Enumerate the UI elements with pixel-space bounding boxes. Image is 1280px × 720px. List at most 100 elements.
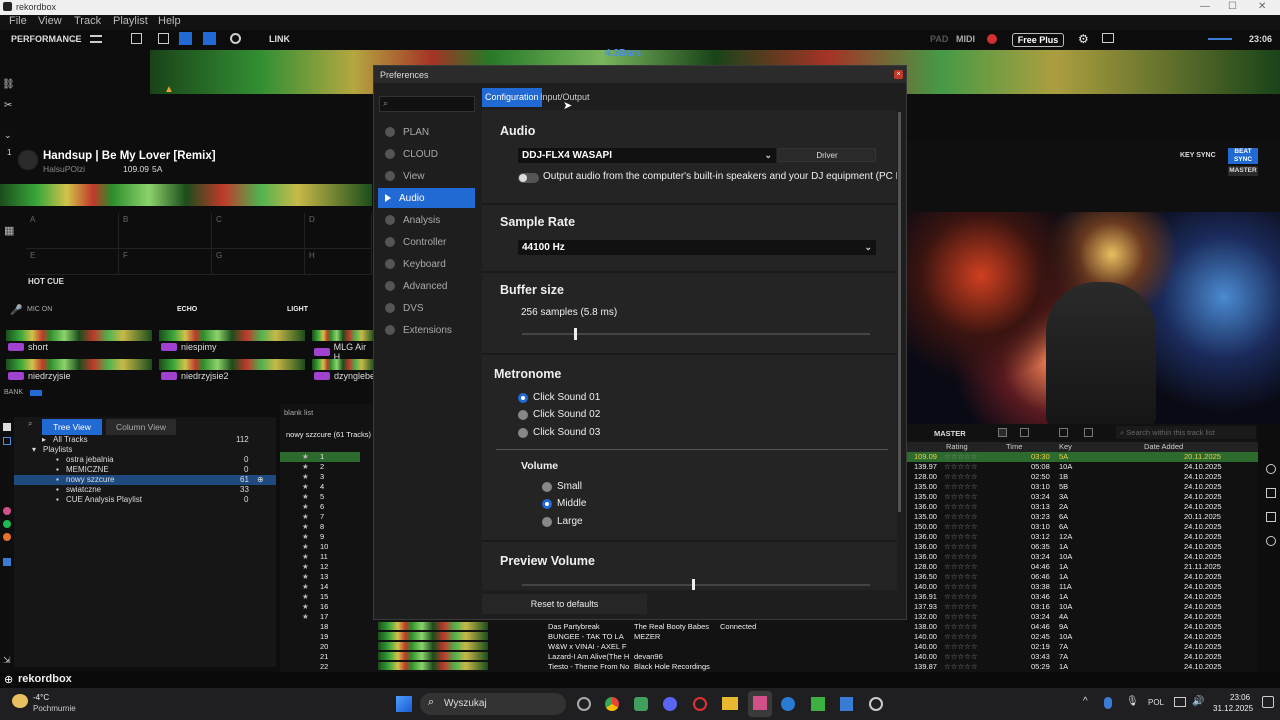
- hotcue-pad-c[interactable]: C: [212, 213, 305, 249]
- network-icon[interactable]: [1174, 697, 1186, 707]
- table-row[interactable]: 128.00 02:50 1B 24.10.2025 ☆☆☆☆☆: [906, 472, 1258, 482]
- table-row[interactable]: ★ 12: [280, 562, 360, 572]
- menu-help[interactable]: Help: [158, 15, 181, 27]
- table-row[interactable]: 137.93 03:16 10A 24.10.2025 ☆☆☆☆☆: [906, 602, 1258, 612]
- rating-stars-icon[interactable]: ☆☆☆☆☆: [944, 632, 978, 641]
- rating-stars-icon[interactable]: ☆☆☆☆☆: [944, 612, 978, 621]
- table-row[interactable]: ★ 2: [280, 462, 360, 472]
- table-row[interactable]: 22 Tiesto - Theme From No Black Hole Recor…: [280, 662, 906, 672]
- rating-stars-icon[interactable]: ☆☆☆☆☆: [944, 462, 978, 471]
- rating-stars-icon[interactable]: ☆☆☆☆☆: [944, 662, 978, 671]
- chevron-down-icon[interactable]: ⌄: [70, 34, 78, 45]
- beat-sync-button[interactable]: BEAT SYNC: [1228, 148, 1258, 164]
- rating-stars-icon[interactable]: ☆☆☆☆☆: [944, 562, 978, 571]
- echo-select[interactable]: ECHO: [177, 306, 197, 313]
- table-row[interactable]: 136.00 06:35 1A 24.10.2025 ☆☆☆☆☆: [906, 542, 1258, 552]
- rating-stars-icon[interactable]: ☆☆☆☆☆: [944, 532, 978, 541]
- table-row[interactable]: ★ 13: [280, 572, 360, 582]
- record-icon[interactable]: [230, 33, 241, 44]
- app-icon-1[interactable]: [577, 697, 591, 711]
- export-icon[interactable]: ⇲: [3, 655, 11, 666]
- nav-item-dvs[interactable]: DVS: [378, 298, 475, 318]
- mic-icon[interactable]: 🎤: [10, 305, 22, 316]
- table-row[interactable]: 140.00 02:45 10A 24.10.2025 ☆☆☆☆☆: [906, 632, 1258, 642]
- mic-tray-icon[interactable]: 🎙: [1126, 696, 1139, 707]
- table-row[interactable]: 140.00 02:19 7A 24.10.2025 ☆☆☆☆☆: [906, 642, 1258, 652]
- table-row[interactable]: ★ 9: [280, 532, 360, 542]
- sample-rate-select[interactable]: 44100 Hz ⌄: [518, 240, 876, 255]
- monitor-icon[interactable]: [1102, 33, 1114, 43]
- table-row[interactable]: 132.00 03:24 4A 24.10.2025 ☆☆☆☆☆: [906, 612, 1258, 622]
- nav-item-audio[interactable]: Audio: [378, 188, 475, 208]
- menu-track[interactable]: Track: [74, 15, 101, 27]
- bank-1[interactable]: [30, 390, 42, 396]
- output-toggle[interactable]: [518, 173, 539, 183]
- tree-item[interactable]: ▪ CUE Analysis Playlist 0: [14, 495, 276, 505]
- rating-stars-icon[interactable]: ☆☆☆☆☆: [944, 602, 978, 611]
- nav-item-controller[interactable]: Controller: [378, 232, 475, 252]
- nav-item-analysis[interactable]: Analysis: [378, 210, 475, 230]
- table-row[interactable]: ★ 17: [280, 612, 360, 622]
- taskbar-search[interactable]: Wyszukaj: [420, 693, 566, 715]
- minimize-icon[interactable]: —: [1200, 1, 1210, 12]
- table-row[interactable]: 135.00 03:23 6A 20.11.2025 ☆☆☆☆☆: [906, 512, 1258, 522]
- tab-configuration[interactable]: Configuration: [482, 88, 542, 107]
- explorer-icon[interactable]: [722, 697, 738, 710]
- app-icon-9[interactable]: [811, 697, 825, 711]
- table-row[interactable]: 135.00 03:10 5B 24.10.2025 ☆☆☆☆☆: [906, 482, 1258, 492]
- nav-item-cloud[interactable]: CLOUD: [378, 144, 475, 164]
- link-chain-icon[interactable]: ⛓: [2, 79, 15, 90]
- app-icon-8[interactable]: [781, 697, 795, 711]
- midi-button[interactable]: MIDI: [956, 34, 975, 44]
- table-row[interactable]: 139.97 05:08 10A 24.10.2025 ☆☆☆☆☆: [906, 462, 1258, 472]
- rating-stars-icon[interactable]: ☆☆☆☆☆: [944, 542, 978, 551]
- hotcue-pad-f[interactable]: F: [119, 249, 212, 275]
- close-icon[interactable]: ×: [894, 70, 903, 79]
- table-row[interactable]: 109.09 03:30 5A 20.11.2025 ☆☆☆☆☆: [906, 452, 1258, 462]
- info-icon-2[interactable]: [1266, 536, 1276, 546]
- rating-stars-icon[interactable]: ☆☆☆☆☆: [944, 452, 978, 461]
- volume-middle-radio[interactable]: Middle: [542, 498, 586, 509]
- rating-stars-icon[interactable]: ☆☆☆☆☆: [944, 482, 978, 491]
- chrome-icon[interactable]: [605, 697, 619, 711]
- sampler-slot[interactable]: niespimy: [159, 330, 305, 352]
- volume-icon[interactable]: 🔊: [1192, 696, 1204, 707]
- sampler-slot[interactable]: MLG Air H: [312, 330, 374, 362]
- tree-view-tab[interactable]: Tree View: [42, 419, 102, 435]
- table-row[interactable]: 136.00 03:24 10A 24.10.2025 ☆☆☆☆☆: [906, 552, 1258, 562]
- language-indicator[interactable]: POL: [1148, 698, 1164, 707]
- col-date[interactable]: Date Added: [1144, 442, 1183, 451]
- hotcue-pad-g[interactable]: G: [212, 249, 305, 275]
- hotcue-pad-a[interactable]: A: [26, 213, 119, 249]
- hot-cue-select[interactable]: HOT CUE: [28, 277, 64, 286]
- scissors-icon[interactable]: ✂: [4, 100, 12, 111]
- table-row[interactable]: 136.91 03:46 1A 24.10.2025 ☆☆☆☆☆: [906, 592, 1258, 602]
- soundcloud-icon[interactable]: [3, 533, 11, 541]
- rating-stars-icon[interactable]: ☆☆☆☆☆: [944, 652, 978, 661]
- col-time[interactable]: Time: [1006, 442, 1022, 451]
- table-row[interactable]: 128.00 04:46 1A 21.11.2025 ☆☆☆☆☆: [906, 562, 1258, 572]
- table-row[interactable]: 20 W&W x VINAI - AXEL F: [280, 642, 906, 652]
- tree-item[interactable]: ▪ MEMICZNE 0: [14, 465, 276, 475]
- click-sound-02-radio[interactable]: Click Sound 02: [518, 409, 600, 420]
- gear-icon[interactable]: ⚙: [1078, 32, 1089, 46]
- table-row[interactable]: ★ 7: [280, 512, 360, 522]
- table-row[interactable]: ★ 16: [280, 602, 360, 612]
- sampler-slot[interactable]: niedrzyjsie: [6, 359, 152, 381]
- spotify-icon[interactable]: [3, 520, 11, 528]
- menu-view[interactable]: View: [38, 15, 62, 27]
- tree-item[interactable]: ▪ swiatczne 33: [14, 485, 276, 495]
- hotcue-pad-d[interactable]: D: [305, 213, 372, 249]
- table-row[interactable]: ★ 5: [280, 492, 360, 502]
- list-view-icon[interactable]: [998, 428, 1007, 437]
- taskbar-time[interactable]: 23:06: [1230, 693, 1250, 702]
- click-sound-03-radio[interactable]: Click Sound 03: [518, 427, 600, 438]
- rekordbox-taskbar-icon[interactable]: [753, 696, 767, 710]
- sampler-slot[interactable]: niedrzyjsie2: [159, 359, 305, 381]
- rating-stars-icon[interactable]: ☆☆☆☆☆: [944, 492, 978, 501]
- table-row[interactable]: 136.00 03:13 2A 24.10.2025 ☆☆☆☆☆: [906, 502, 1258, 512]
- notification-icon[interactable]: [1262, 696, 1274, 708]
- click-sound-01-radio[interactable]: Click Sound 01: [518, 392, 600, 403]
- table-row[interactable]: 19 BUNGEE - TAK TO LA MEZER: [280, 632, 906, 642]
- pad-grid-icon[interactable]: ▦: [4, 224, 14, 237]
